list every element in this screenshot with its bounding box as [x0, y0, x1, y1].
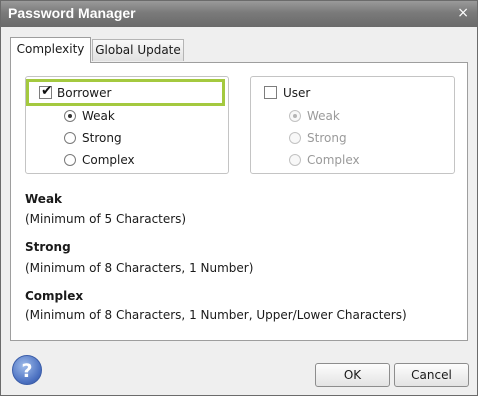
borrower-option-weak: Weak [82, 109, 115, 123]
title-bar[interactable]: Password Manager × [1, 1, 477, 27]
user-option-strong: Strong [307, 131, 347, 145]
user-option-complex: Complex [307, 153, 360, 167]
tab-complexity[interactable]: Complexity [10, 37, 91, 63]
window-title: Password Manager [8, 5, 136, 21]
complex-description: (Minimum of 8 Characters, 1 Number, Uppe… [25, 308, 407, 322]
borrower-radio-complex[interactable] [64, 154, 76, 166]
user-radio-strong [289, 132, 301, 144]
close-icon[interactable]: × [457, 5, 469, 21]
password-manager-window: Password Manager × Complexity Global Upd… [0, 0, 478, 396]
strong-heading: Strong [25, 240, 71, 254]
borrower-option-complex: Complex [82, 153, 135, 167]
borrower-highlight [26, 79, 225, 106]
weak-description: (Minimum of 5 Characters) [25, 212, 187, 226]
user-radio-weak [289, 110, 301, 122]
help-icon[interactable]: ? [12, 355, 42, 385]
borrower-radio-weak[interactable] [64, 110, 76, 122]
user-checkbox[interactable] [264, 86, 277, 99]
user-option-weak: Weak [307, 109, 340, 123]
user-label: User [283, 86, 311, 100]
check-icon: ✔ [41, 83, 53, 99]
complex-heading: Complex [25, 289, 84, 303]
borrower-radio-strong[interactable] [64, 132, 76, 144]
tab-global-update[interactable]: Global Update [92, 39, 184, 61]
user-radio-complex [289, 154, 301, 166]
radio-selected-dot [293, 114, 297, 118]
borrower-label: Borrower [57, 86, 112, 100]
complexity-panel: ✔ Borrower Weak Strong Complex User Weak… [10, 62, 468, 341]
borrower-option-strong: Strong [82, 131, 122, 145]
radio-selected-dot [68, 114, 72, 118]
strong-description: (Minimum of 8 Characters, 1 Number) [25, 261, 254, 275]
cancel-button[interactable]: Cancel [394, 363, 469, 387]
borrower-checkbox[interactable]: ✔ [39, 83, 53, 99]
ok-button[interactable]: OK [315, 363, 390, 387]
weak-heading: Weak [25, 192, 63, 206]
